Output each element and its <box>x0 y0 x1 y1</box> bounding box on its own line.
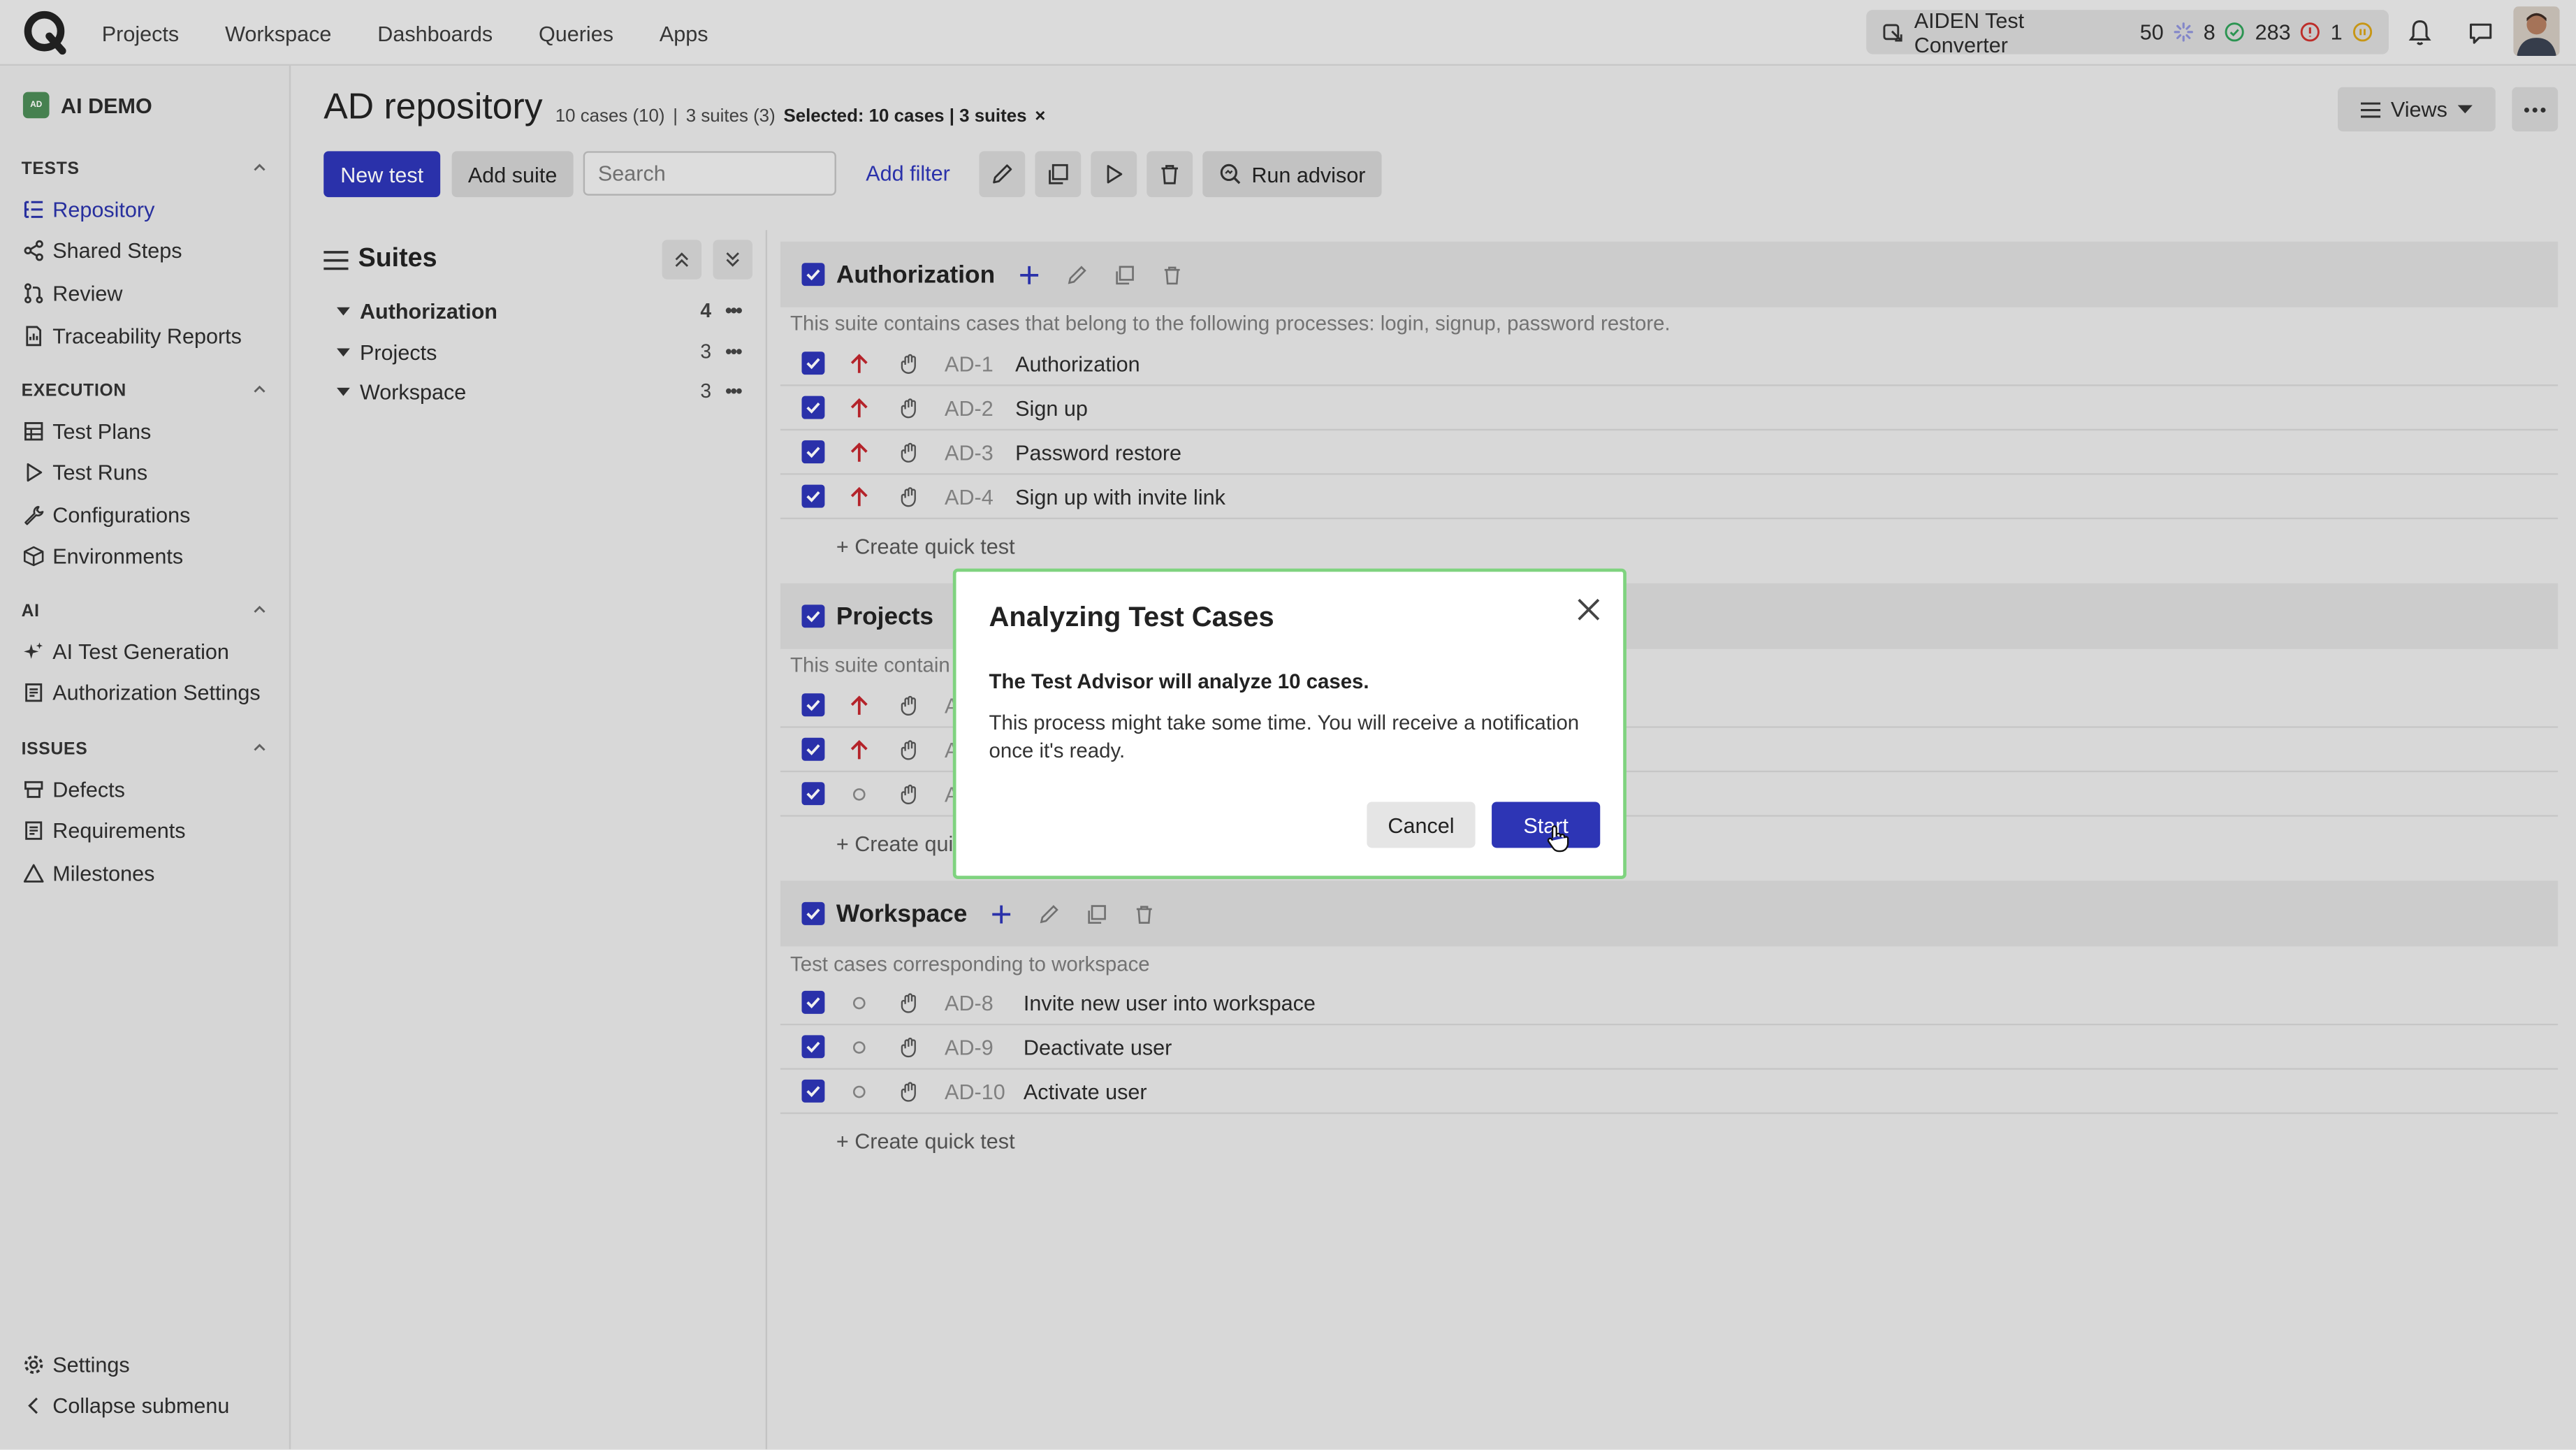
dialog-message: This process might take some time. You w… <box>989 711 1580 763</box>
dialog-summary: The Test Advisor will analyze 10 cases. <box>989 670 1369 694</box>
cancel-button[interactable]: Cancel <box>1367 802 1476 848</box>
hand-pointer-cursor-icon <box>1547 825 1569 853</box>
close-icon[interactable] <box>1576 597 1602 623</box>
analyzing-test-cases-dialog: Analyzing Test Cases The Test Advisor wi… <box>952 568 1627 879</box>
dialog-title: Analyzing Test Cases <box>989 601 1274 633</box>
app-root: Projects Workspace Dashboards Queries Ap… <box>0 0 2576 1449</box>
